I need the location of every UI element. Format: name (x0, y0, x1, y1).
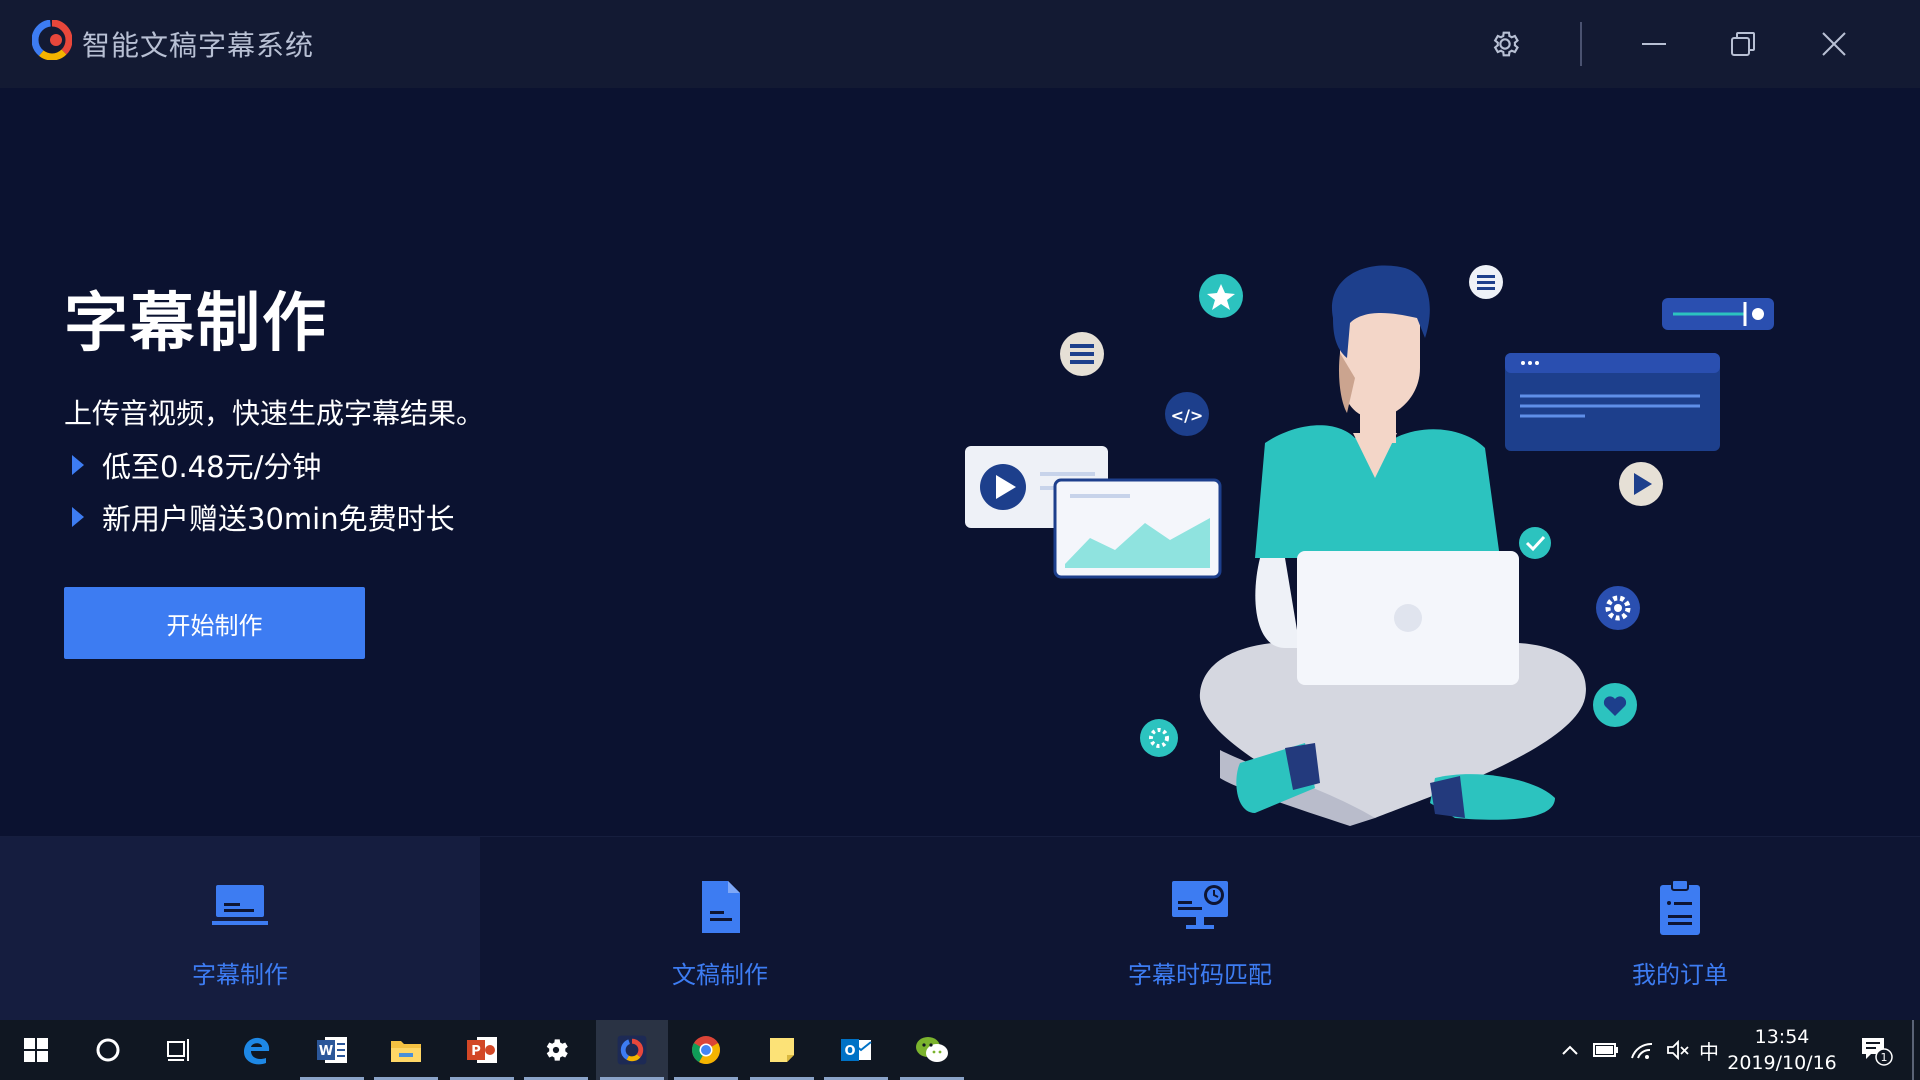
notification-icon: 1 (1862, 1038, 1893, 1066)
bullet-text: 低至0.48元/分钟 (102, 450, 322, 484)
hero-title: 字幕制作 (64, 287, 328, 361)
wifi-icon (1631, 1042, 1653, 1059)
battery-icon (1593, 1043, 1618, 1057)
cortana-search-button[interactable] (72, 1020, 144, 1080)
close-icon (1822, 32, 1846, 56)
close-button[interactable] (1810, 20, 1858, 68)
svg-text:P: P (471, 1044, 481, 1059)
heart-bubble-icon (1593, 683, 1637, 727)
settings-button[interactable] (1481, 20, 1529, 68)
app-title: 智能文稿字幕系统 (82, 29, 315, 62)
tab-label: 我的订单 (1632, 961, 1728, 989)
settings-taskbar-button[interactable] (520, 1020, 592, 1080)
subtitle-app-icon (617, 1035, 647, 1065)
edge-icon (244, 1037, 270, 1065)
chrome-taskbar-button[interactable] (670, 1020, 742, 1080)
chevron-up-icon (1562, 1045, 1578, 1055)
word-taskbar-button[interactable]: W (296, 1020, 368, 1080)
text-window-card (1505, 353, 1720, 451)
file-explorer-taskbar-button[interactable] (370, 1020, 442, 1080)
windows-taskbar: W P O 中 13:54 2019/10/16 1 (0, 1020, 1920, 1080)
chart-card (1053, 478, 1222, 579)
show-desktop-button[interactable] (1912, 1020, 1914, 1080)
notification-count: 1 (1881, 1051, 1888, 1064)
triangle-bullet-icon (72, 507, 84, 527)
task-view-button[interactable] (144, 1020, 216, 1080)
wifi-tray-button[interactable] (1624, 1020, 1660, 1080)
start-button[interactable] (0, 1020, 72, 1080)
tab-timecode-matching[interactable]: 字幕时码匹配 (960, 837, 1440, 1021)
clock-date: 2019/10/16 (1727, 1052, 1837, 1074)
svg-text:</>: </> (1171, 406, 1204, 425)
tab-label: 文稿制作 (672, 961, 768, 989)
chrome-icon (692, 1036, 720, 1064)
clock-time: 13:54 (1754, 1026, 1810, 1048)
input-method-indicator[interactable]: 中 (1696, 1020, 1722, 1080)
slider-widget (1662, 298, 1774, 330)
hero-bullet: 低至0.48元/分钟 (72, 444, 321, 486)
volume-tray-button[interactable] (1660, 1020, 1696, 1080)
check-bubble-icon (1519, 527, 1551, 559)
powerpoint-taskbar-button[interactable]: P (446, 1020, 518, 1080)
minimize-icon (1642, 43, 1666, 45)
star-bubble-icon (1199, 274, 1243, 318)
play-bubble-icon (1619, 462, 1663, 506)
wechat-taskbar-button[interactable] (896, 1020, 968, 1080)
menu-bubble-icon (1469, 265, 1503, 299)
monitor-clock-icon (1172, 881, 1228, 929)
code-bubble-icon: </> (1165, 392, 1209, 436)
taskbar-clock[interactable]: 13:54 2019/10/16 (1722, 1024, 1842, 1076)
bullet-text: 新用户赠送30min免费时长 (102, 502, 455, 536)
show-hidden-icons-button[interactable] (1552, 1020, 1588, 1080)
sticky-notes-taskbar-button[interactable] (746, 1020, 818, 1080)
title-bar: 智能文稿字幕系统 (0, 0, 1920, 88)
hero-description: 上传音视频，快速生成字幕结果。 (64, 397, 485, 430)
windows-start-icon (24, 1038, 48, 1062)
minimize-button[interactable] (1630, 20, 1678, 68)
app-logo-icon (32, 20, 72, 60)
gear-icon (1493, 31, 1519, 57)
clipboard-icon (1660, 879, 1700, 935)
tab-my-orders[interactable]: 我的订单 (1440, 837, 1920, 1021)
hero-illustration: </> (965, 265, 1774, 826)
cortana-search-icon (96, 1038, 120, 1062)
restore-button[interactable] (1719, 20, 1767, 68)
tab-document-production[interactable]: 文稿制作 (480, 837, 960, 1021)
document-icon (702, 881, 740, 933)
subtitle-app-taskbar-button[interactable] (596, 1020, 668, 1080)
start-button[interactable]: 开始制作 (64, 587, 365, 659)
hero-bullet: 新用户赠送30min免费时长 (72, 496, 455, 538)
svg-text:W: W (319, 1044, 333, 1059)
svg-text:O: O (844, 1044, 855, 1059)
word-icon: W (317, 1037, 347, 1063)
tab-label: 字幕制作 (192, 961, 288, 989)
outlook-taskbar-button[interactable]: O (820, 1020, 892, 1080)
sticky-notes-icon (770, 1038, 794, 1062)
triangle-bullet-icon (72, 455, 84, 475)
gear-bubble-icon (1596, 586, 1640, 630)
outlook-icon: O (841, 1039, 872, 1061)
restore-icon (1731, 32, 1755, 56)
settings-icon (546, 1039, 568, 1061)
task-view-icon (167, 1039, 189, 1061)
subtitle-screen-icon (212, 885, 268, 925)
feature-tabs: 字幕制作 文稿制作 字幕时码匹配 我的订单 (0, 836, 1920, 1021)
wechat-icon (916, 1037, 948, 1062)
volume-muted-icon (1667, 1040, 1689, 1060)
edge-taskbar-button[interactable] (220, 1020, 292, 1080)
battery-tray-button[interactable] (1588, 1020, 1624, 1080)
action-center-button[interactable]: 1 (1852, 1020, 1900, 1080)
tab-subtitle-production[interactable]: 字幕制作 (0, 837, 480, 1021)
list-bubble-icon (1060, 332, 1104, 376)
file-explorer-icon (391, 1041, 421, 1062)
small-gear-bubble-icon (1140, 719, 1178, 757)
powerpoint-icon: P (467, 1037, 497, 1063)
tab-label: 字幕时码匹配 (1128, 961, 1272, 989)
hero-section: 字幕制作 上传音视频，快速生成字幕结果。 低至0.48元/分钟 新用户赠送30m… (0, 88, 1920, 836)
titlebar-separator (1580, 22, 1582, 66)
